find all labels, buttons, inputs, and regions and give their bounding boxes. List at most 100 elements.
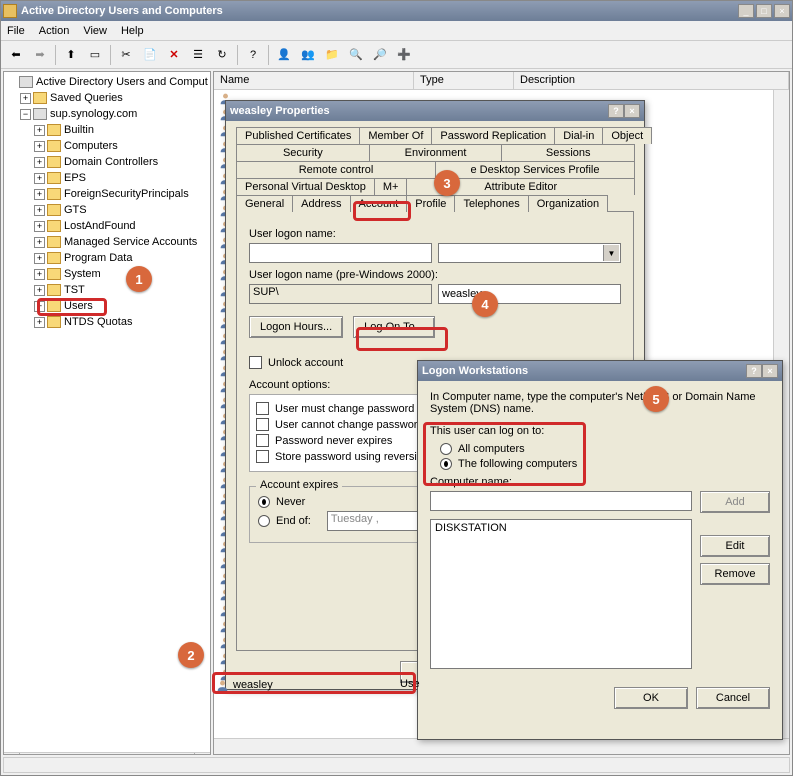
help-button[interactable]: ?: [242, 44, 264, 66]
tab-environment[interactable]: Environment: [369, 144, 503, 161]
tab-sessions[interactable]: Sessions: [501, 144, 635, 161]
back-button[interactable]: ⬅: [5, 44, 27, 66]
tab-remote-control[interactable]: Remote control: [236, 161, 436, 178]
menu-action[interactable]: Action: [39, 25, 70, 37]
computers-listbox[interactable]: DISKSTATION: [430, 519, 692, 669]
menu-help[interactable]: Help: [121, 25, 144, 37]
tab-password-replication[interactable]: Password Replication: [431, 127, 555, 144]
delete-button[interactable]: ✕: [163, 44, 185, 66]
tree-builtin[interactable]: +Builtin: [6, 122, 210, 138]
tree-laf[interactable]: +LostAndFound: [6, 218, 210, 234]
tree-ntds[interactable]: +NTDS Quotas: [6, 314, 210, 330]
close-button[interactable]: ×: [774, 4, 790, 18]
tab-member-of[interactable]: Member Of: [359, 127, 432, 144]
tab-profile[interactable]: Profile: [406, 195, 455, 212]
tree-root[interactable]: Active Directory Users and Comput: [6, 74, 210, 90]
prewin-user-input[interactable]: [438, 284, 621, 304]
main-titlebar[interactable]: Active Directory Users and Computers _ □…: [1, 1, 792, 21]
list-header[interactable]: Name Type Description: [214, 72, 789, 90]
list-row-weasley[interactable]: weasley: [215, 676, 415, 694]
tree-fsp[interactable]: +ForeignSecurityPrincipals: [6, 186, 210, 202]
logon-help-button[interactable]: ?: [746, 364, 762, 378]
tab-organization[interactable]: Organization: [528, 195, 608, 212]
tab-telephones[interactable]: Telephones: [454, 195, 528, 212]
menu-bar: File Action View Help: [1, 21, 792, 41]
unlock-checkbox[interactable]: [249, 356, 262, 369]
radio-following-computers[interactable]: [440, 458, 452, 470]
col-type[interactable]: Type: [414, 72, 514, 89]
menu-file[interactable]: File: [7, 25, 25, 37]
new-ou-button[interactable]: 📁: [321, 44, 343, 66]
properties-button[interactable]: ☰: [187, 44, 209, 66]
computer-name-input[interactable]: [430, 491, 692, 511]
add-to-group-button[interactable]: ➕: [393, 44, 415, 66]
tree-gts[interactable]: +GTS: [6, 202, 210, 218]
tab-com-plus[interactable]: M+: [374, 178, 408, 195]
copy-button[interactable]: 📄: [139, 44, 161, 66]
logon-ok-button[interactable]: OK: [614, 687, 688, 709]
new-user-button[interactable]: 👤: [273, 44, 295, 66]
tree-progdata[interactable]: +Program Data: [6, 250, 210, 266]
col-desc[interactable]: Description: [514, 72, 789, 89]
list-row-weasley-type: Use: [400, 678, 420, 690]
edit-button[interactable]: Edit: [700, 535, 770, 557]
tree-tst[interactable]: +TST: [6, 282, 210, 298]
tree-system[interactable]: +System: [6, 266, 210, 282]
expires-endof-radio[interactable]: [258, 515, 270, 527]
properties-help-button[interactable]: ?: [608, 104, 624, 118]
up-button[interactable]: ⬆: [60, 44, 82, 66]
tree-msa[interactable]: +Managed Service Accounts: [6, 234, 210, 250]
tree-users[interactable]: +Users: [6, 298, 210, 314]
filter-button[interactable]: 🔍: [345, 44, 367, 66]
expires-never-radio[interactable]: [258, 496, 270, 508]
cut-button[interactable]: ✂: [115, 44, 137, 66]
minimize-button[interactable]: _: [738, 4, 754, 18]
log-on-to-button[interactable]: Log On To...: [353, 316, 435, 338]
list-hscroll[interactable]: [214, 738, 789, 754]
opt-reversible[interactable]: [256, 450, 269, 463]
refresh-button[interactable]: ↻: [211, 44, 233, 66]
col-name[interactable]: Name: [214, 72, 414, 89]
logon-titlebar[interactable]: Logon Workstations ? ×: [418, 361, 782, 381]
prewin-domain-display: SUP\: [249, 284, 432, 304]
tree-domain[interactable]: − sup.synology.com: [6, 106, 210, 122]
logon-close-button[interactable]: ×: [762, 364, 778, 378]
tree-saved-queries[interactable]: + Saved Queries: [6, 90, 210, 106]
tree-hscroll[interactable]: ◂▸: [4, 752, 210, 755]
properties-titlebar[interactable]: weasley Properties ? ×: [226, 101, 644, 121]
tab-account[interactable]: Account: [350, 195, 408, 212]
tree-computers[interactable]: +Computers: [6, 138, 210, 154]
tab-pvd[interactable]: Personal Virtual Desktop: [236, 178, 375, 195]
menu-view[interactable]: View: [83, 25, 107, 37]
logon-workstations-dialog: Logon Workstations ? × In Computer name,…: [417, 360, 783, 740]
add-button[interactable]: Add: [700, 491, 770, 513]
opt-cannot-change-pwd[interactable]: [256, 418, 269, 431]
forward-button: ➡: [29, 44, 51, 66]
list-item[interactable]: DISKSTATION: [435, 522, 687, 534]
opt-pwd-never-expires[interactable]: [256, 434, 269, 447]
tab-object[interactable]: Object: [602, 127, 652, 144]
tree-eps[interactable]: +EPS: [6, 170, 210, 186]
radio-all-computers[interactable]: [440, 443, 452, 455]
properties-title: weasley Properties: [230, 105, 330, 117]
tab-published-certificates[interactable]: Published Certificates: [236, 127, 360, 144]
new-group-button[interactable]: 👥: [297, 44, 319, 66]
tab-security[interactable]: Security: [236, 144, 370, 161]
tab-rds-profile[interactable]: e Desktop Services Profile: [435, 161, 635, 178]
remove-button[interactable]: Remove: [700, 563, 770, 585]
logon-name-input[interactable]: [249, 243, 432, 263]
tree-dc[interactable]: +Domain Controllers: [6, 154, 210, 170]
tab-address[interactable]: Address: [292, 195, 350, 212]
expires-legend: Account expires: [256, 479, 342, 491]
logon-domain-select[interactable]: ▼: [438, 243, 621, 263]
logon-cancel-button[interactable]: Cancel: [696, 687, 770, 709]
maximize-button[interactable]: □: [756, 4, 772, 18]
logon-hours-button[interactable]: Logon Hours...: [249, 316, 343, 338]
chevron-down-icon: ▼: [603, 245, 619, 261]
opt-must-change-pwd[interactable]: [256, 402, 269, 415]
properties-close-button[interactable]: ×: [624, 104, 640, 118]
tab-general[interactable]: General: [236, 195, 293, 212]
find-button[interactable]: 🔎: [369, 44, 391, 66]
show-hide-tree-button[interactable]: ▭: [84, 44, 106, 66]
tab-dial-in[interactable]: Dial-in: [554, 127, 603, 144]
